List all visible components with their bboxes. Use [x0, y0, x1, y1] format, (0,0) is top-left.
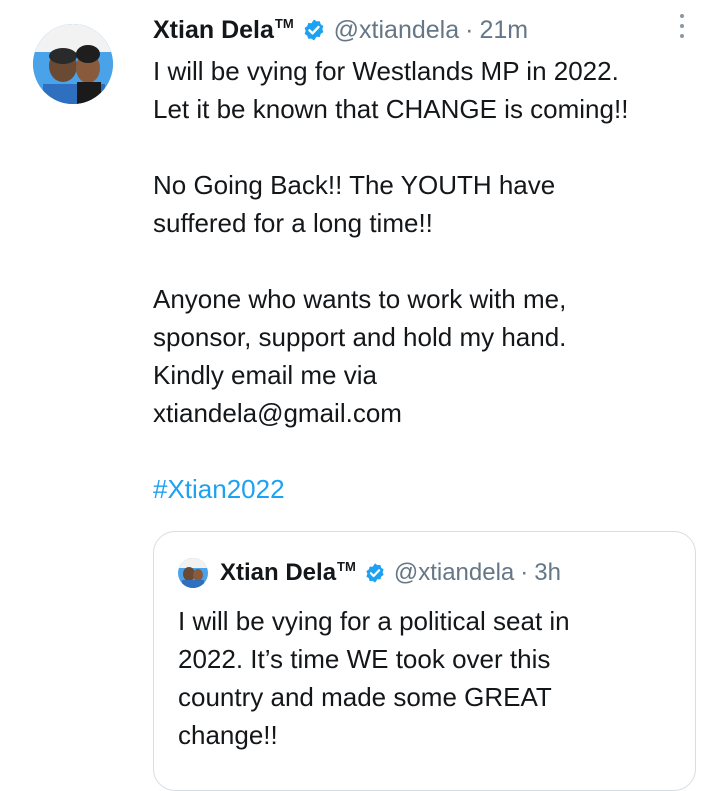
email-text: xtiandela@gmail.com — [153, 398, 402, 428]
text-line: Let it be known that CHANGE is coming!! — [153, 94, 629, 124]
text-line: I will be vying for a political seat in — [178, 606, 570, 636]
text-line: sponsor, support and hold my hand. — [153, 322, 567, 352]
quoted-author-handle: @xtiandela — [393, 559, 515, 586]
verified-badge-icon — [304, 19, 324, 41]
quoted-author-name: Xtian DelaTM — [220, 559, 356, 587]
more-vertical-icon[interactable] — [676, 14, 688, 44]
text-line: country and made some GREAT — [178, 682, 552, 712]
quoted-tweet[interactable]: Xtian DelaTM @xtiandela · 3h I will be v… — [153, 531, 696, 791]
text-line: No Going Back!! The YOUTH have — [153, 170, 556, 200]
quoted-avatar — [178, 558, 208, 588]
tweet-header: Xtian DelaTM @xtiandela · 21m — [153, 10, 528, 50]
trademark: TM — [274, 16, 294, 32]
quoted-timestamp: 3h — [534, 559, 561, 586]
text-line: suffered for a long time!! — [153, 208, 433, 238]
quoted-tweet-text: I will be vying for a political seat in … — [178, 602, 678, 754]
separator-dot: · — [465, 15, 474, 44]
text-line: Anyone who wants to work with me, — [153, 284, 567, 314]
quoted-author-name-text: Xtian Dela — [220, 559, 337, 586]
paragraph-2: No Going Back!! The YOUTH have suffered … — [153, 166, 713, 242]
avatar[interactable] — [33, 24, 113, 104]
paragraph-1: I will be vying for Westlands MP in 2022… — [153, 52, 713, 128]
verified-badge-icon — [366, 563, 384, 583]
author-handle[interactable]: @xtiandela — [334, 16, 459, 45]
text-line: I will be vying for Westlands MP in 2022… — [153, 56, 619, 86]
text-line: change!! — [178, 720, 278, 750]
quoted-trademark: TM — [337, 559, 356, 574]
avatar-image — [33, 24, 113, 104]
hashtag-link[interactable]: #Xtian2022 — [153, 470, 713, 508]
tweet-text: I will be vying for Westlands MP in 2022… — [153, 52, 713, 508]
quoted-tweet-header: Xtian DelaTM @xtiandela · 3h — [178, 558, 561, 588]
quoted-avatar-image — [178, 558, 208, 588]
text-line: 2022. It’s time WE took over this — [178, 644, 551, 674]
author-name-text: Xtian Dela — [153, 15, 274, 44]
tweet[interactable]: Xtian DelaTM @xtiandela · 21m I will be … — [0, 0, 720, 791]
paragraph-3: Anyone who wants to work with me, sponso… — [153, 280, 713, 432]
text-line: Kindly email me via — [153, 360, 377, 390]
timestamp[interactable]: 21m — [479, 16, 528, 45]
quoted-separator-dot: · — [520, 559, 529, 586]
author-name[interactable]: Xtian DelaTM — [153, 16, 294, 45]
